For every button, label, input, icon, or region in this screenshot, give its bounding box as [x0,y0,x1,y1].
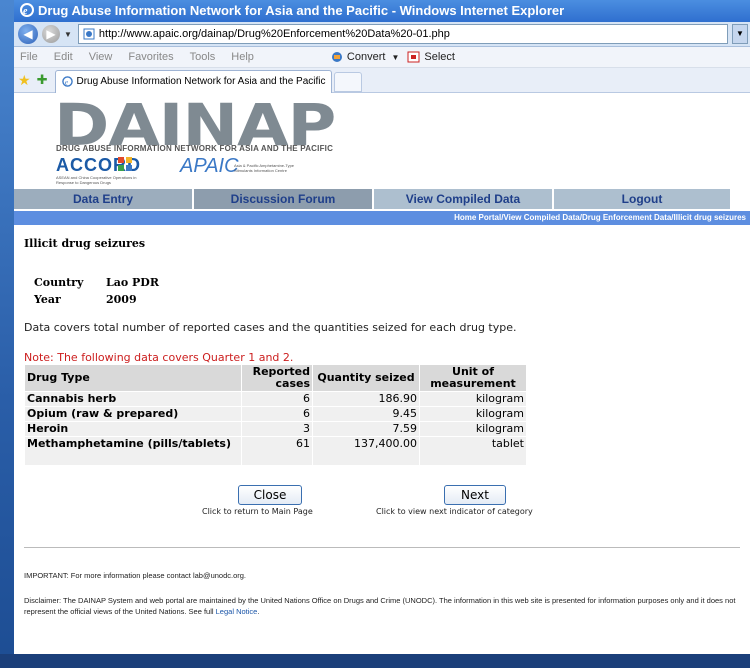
disclaimer-text: Disclaimer: The DAINAP System and web po… [24,596,736,616]
quarter-note: Note: The following data covers Quarter … [24,351,294,364]
convert-button[interactable]: Convert ▼ [330,51,399,63]
country-value: Lao PDR [106,276,159,289]
nav-view-compiled-data[interactable]: View Compiled Data [374,189,552,209]
year-value: 2009 [106,293,137,306]
convert-icon [331,52,342,62]
cell-drug: Methamphetamine (pills/tablets) [25,437,241,465]
select-button[interactable]: Select [407,51,455,63]
breadcrumb[interactable]: Home Portal/View Compiled Data/Drug Enfo… [14,211,750,225]
menu-bar: File Edit View Favorites Tools Help Conv… [14,47,750,68]
tab-title: Drug Abuse Information Network for Asia … [76,75,326,87]
menu-favorites[interactable]: Favorites [128,51,173,63]
tab-ie-icon: e [62,76,74,87]
disclaimer: Disclaimer: The DAINAP System and web po… [24,595,736,617]
cell-quantity: 137,400.00 [313,437,419,465]
table-row: Heroin 3 7.59 kilogram [25,422,526,436]
col-quantity-seized: Quantity seized [313,365,419,391]
cell-cases: 61 [242,437,312,465]
table-row: Cannabis herb 6 186.90 kilogram [25,392,526,406]
svg-text:e: e [65,77,69,86]
apaic-subtitle: Asia & Pacific Amphetamine-Type Stimulan… [234,163,295,173]
menu-file[interactable]: File [20,51,38,63]
seizures-table: Drug Type Reported cases Quantity seized… [24,364,527,466]
table-row: Methamphetamine (pills/tablets) 61 137,4… [25,437,526,465]
page-content: DAINAP DRUG ABUSE INFORMATION NETWORK FO… [14,91,750,657]
close-caption: Click to return to Main Page [202,507,313,516]
select-label: Select [424,51,455,63]
tab-row: ★ ✚ e Drug Abuse Information Network for… [14,68,750,93]
svg-text:e: e [23,6,28,17]
ie-logo-icon: e [20,3,34,17]
next-button[interactable]: Next [444,485,506,505]
menu-tools[interactable]: Tools [190,51,216,63]
back-button[interactable]: ◀ [18,24,38,44]
address-row: ◀ ▶ ▼ http://www.apaic.org/dainap/Drug%2… [14,22,750,47]
menu-view[interactable]: View [89,51,113,63]
browser-window: e Drug Abuse Information Network for Asia… [14,0,750,654]
menu-help[interactable]: Help [231,51,254,63]
cell-drug: Opium (raw & prepared) [25,407,241,421]
col-reported-cases: Reported cases [242,365,312,391]
title-bar[interactable]: e Drug Abuse Information Network for Asia… [14,0,750,22]
select-icon [407,51,420,63]
new-tab-button[interactable] [334,72,363,92]
col-unit: Unit of measurement [420,365,526,391]
cell-cases: 3 [242,422,312,436]
legal-notice-link[interactable]: Legal Notice [216,607,258,616]
menu-edit[interactable]: Edit [54,51,73,63]
cell-unit: tablet [420,437,526,465]
cell-unit: kilogram [420,422,526,436]
site-nav: Data Entry Discussion Forum View Compile… [14,189,750,209]
history-dropdown-icon[interactable]: ▼ [64,30,72,39]
cell-quantity: 9.45 [313,407,419,421]
footer-divider [24,547,740,548]
close-button[interactable]: Close [238,485,302,505]
favorites-star-icon[interactable]: ★ [18,72,31,89]
country-year-info: Country Lao PDR Year 2009 [32,273,161,309]
important-notice: IMPORTANT: For more information please c… [24,571,247,580]
site-banner: DAINAP DRUG ABUSE INFORMATION NETWORK FO… [14,91,750,189]
page-icon [83,28,95,40]
cell-drug: Heroin [25,422,241,436]
convert-dropdown-icon: ▼ [391,52,400,62]
logo-subtitle: DRUG ABUSE INFORMATION NETWORK FOR ASIA … [56,144,334,153]
add-favorites-icon[interactable]: ✚ [37,72,48,88]
cell-drug: Cannabis herb [25,392,241,406]
data-description: Data covers total number of reported cas… [24,321,517,334]
nav-discussion-forum[interactable]: Discussion Forum [194,189,372,209]
col-drug-type: Drug Type [25,365,241,391]
page-title: Illicit drug seizures [24,237,146,250]
address-bar[interactable]: http://www.apaic.org/dainap/Drug%20Enfor… [77,24,728,44]
address-url: http://www.apaic.org/dainap/Drug%20Enfor… [98,28,450,40]
cell-quantity: 186.90 [313,392,419,406]
tab-dainap[interactable]: e Drug Abuse Information Network for Asi… [55,69,333,93]
desktop-edge [0,0,14,668]
forward-button[interactable]: ▶ [42,25,60,43]
address-dropdown-icon[interactable]: ▼ [732,24,748,44]
nav-data-entry[interactable]: Data Entry [14,189,192,209]
table-row: Opium (raw & prepared) 6 9.45 kilogram [25,407,526,421]
nav-logout[interactable]: Logout [554,189,730,209]
convert-label: Convert [346,51,386,63]
apaic-logo: APAIC [180,155,239,177]
cell-cases: 6 [242,407,312,421]
accord-mark-icon [118,157,132,171]
cell-unit: kilogram [420,392,526,406]
country-label: Country [34,276,84,289]
next-caption: Click to view next indicator of category [376,507,533,516]
cell-cases: 6 [242,392,312,406]
accord-subtitle: ASEAN and China Cooperative Operations i… [56,175,137,185]
cell-quantity: 7.59 [313,422,419,436]
disclaimer-end: . [257,607,260,616]
year-label: Year [34,293,61,306]
cell-unit: kilogram [420,407,526,421]
window-title: Drug Abuse Information Network for Asia … [38,3,565,18]
